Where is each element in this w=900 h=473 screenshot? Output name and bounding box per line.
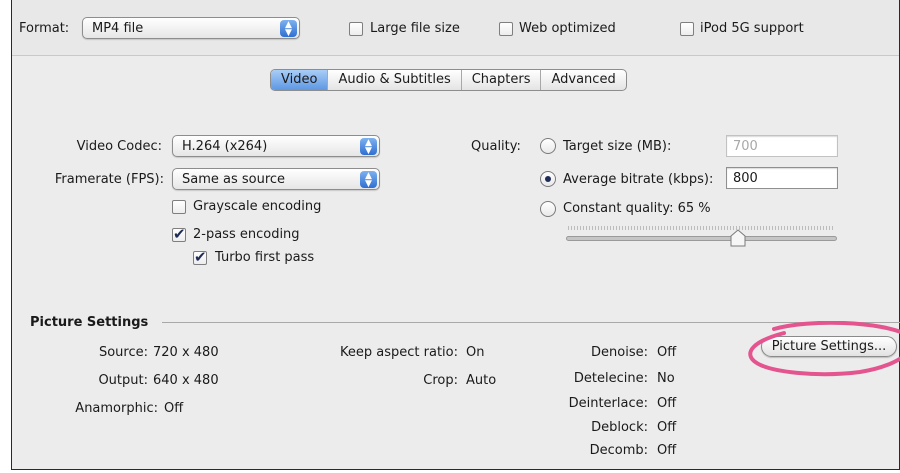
framerate-value: Same as source — [182, 172, 286, 187]
anamorphic-value: Off — [164, 401, 184, 416]
detelecine-value: No — [657, 371, 675, 386]
turbo-first-pass-checkbox[interactable] — [193, 248, 207, 266]
two-pass-encoding-checkbox[interactable] — [172, 225, 186, 243]
target-size-value: 700 — [733, 139, 758, 154]
quality-slider-track[interactable] — [566, 236, 837, 241]
decomb-label: Decomb: — [589, 443, 648, 458]
popup-arrows-icon: ▲ ▼ — [360, 138, 377, 156]
deblock-value: Off — [657, 420, 677, 435]
tab-video[interactable]: Video — [271, 70, 328, 90]
average-bitrate-radio[interactable] — [540, 171, 556, 187]
keep-aspect-ratio-label: Keep aspect ratio: — [340, 345, 458, 360]
turbo-first-pass-label: Turbo first pass — [215, 250, 315, 265]
video-codec-label: Video Codec: — [76, 139, 162, 154]
quality-label: Quality: — [471, 139, 521, 154]
popup-arrows-icon: ▲ ▼ — [360, 171, 377, 189]
target-size-radio[interactable] — [540, 138, 556, 154]
average-bitrate-field[interactable]: 800 — [726, 167, 838, 189]
source-value: 720 x 480 — [153, 345, 219, 360]
section-divider — [162, 322, 900, 323]
target-size-label: Target size (MB): — [563, 139, 672, 154]
crop-value: Auto — [466, 373, 497, 388]
crop-label: Crop: — [423, 373, 458, 388]
output-value: 640 x 480 — [153, 373, 219, 388]
detelecine-label: Detelecine: — [573, 371, 648, 386]
deinterlace-value: Off — [657, 396, 677, 411]
ipod-5g-support-checkbox[interactable] — [680, 22, 694, 36]
tab-audio-subtitles[interactable]: Audio & Subtitles — [327, 70, 460, 90]
web-optimized-label: Web optimized — [519, 21, 616, 36]
framerate-popup[interactable]: Same as source ▲ ▼ — [172, 168, 380, 190]
deblock-label: Deblock: — [591, 420, 648, 435]
popup-arrows-icon: ▲ ▼ — [280, 20, 297, 38]
deinterlace-label: Deinterlace: — [568, 396, 648, 411]
encoder-window: Format: MP4 file ▲ ▼ Large file size Web … — [11, 0, 900, 470]
large-file-size-checkbox[interactable] — [349, 22, 363, 36]
format-popup-value: MP4 file — [92, 21, 144, 36]
quality-slider-thumb[interactable] — [730, 229, 746, 247]
framerate-label: Framerate (FPS): — [54, 172, 164, 187]
decomb-value: Off — [657, 443, 677, 458]
ipod-5g-support-label: iPod 5G support — [700, 21, 804, 36]
grayscale-encoding-checkbox[interactable] — [172, 200, 186, 214]
format-label: Format: — [19, 21, 70, 36]
denoise-value: Off — [657, 345, 677, 360]
denoise-label: Denoise: — [591, 345, 648, 360]
target-size-field[interactable]: 700 — [726, 135, 838, 157]
tab-chapters[interactable]: Chapters — [460, 70, 541, 90]
average-bitrate-value: 800 — [733, 171, 758, 186]
constant-quality-radio[interactable] — [540, 201, 556, 217]
constant-quality-label: Constant quality: 65 % — [563, 201, 711, 216]
tab-advanced[interactable]: Advanced — [540, 70, 625, 90]
video-codec-popup[interactable]: H.264 (x264) ▲ ▼ — [172, 135, 380, 157]
keep-aspect-ratio-value: On — [466, 345, 485, 360]
video-codec-value: H.264 (x264) — [182, 139, 268, 154]
average-bitrate-label: Average bitrate (kbps): — [563, 172, 714, 187]
tab-bar: Video Audio & Subtitles Chapters Advance… — [270, 69, 627, 91]
grayscale-encoding-label: Grayscale encoding — [193, 199, 322, 214]
quality-slider-ticks — [568, 226, 835, 230]
output-label: Output: — [98, 373, 148, 388]
large-file-size-label: Large file size — [370, 21, 460, 36]
source-label: Source: — [98, 345, 148, 360]
two-pass-encoding-label: 2-pass encoding — [193, 227, 300, 242]
anamorphic-label: Anamorphic: — [75, 401, 158, 416]
picture-settings-button[interactable]: Picture Settings... — [761, 336, 897, 357]
format-popup[interactable]: MP4 file ▲ ▼ — [82, 17, 300, 39]
picture-settings-heading: Picture Settings — [30, 315, 149, 330]
web-optimized-checkbox[interactable] — [499, 22, 513, 36]
